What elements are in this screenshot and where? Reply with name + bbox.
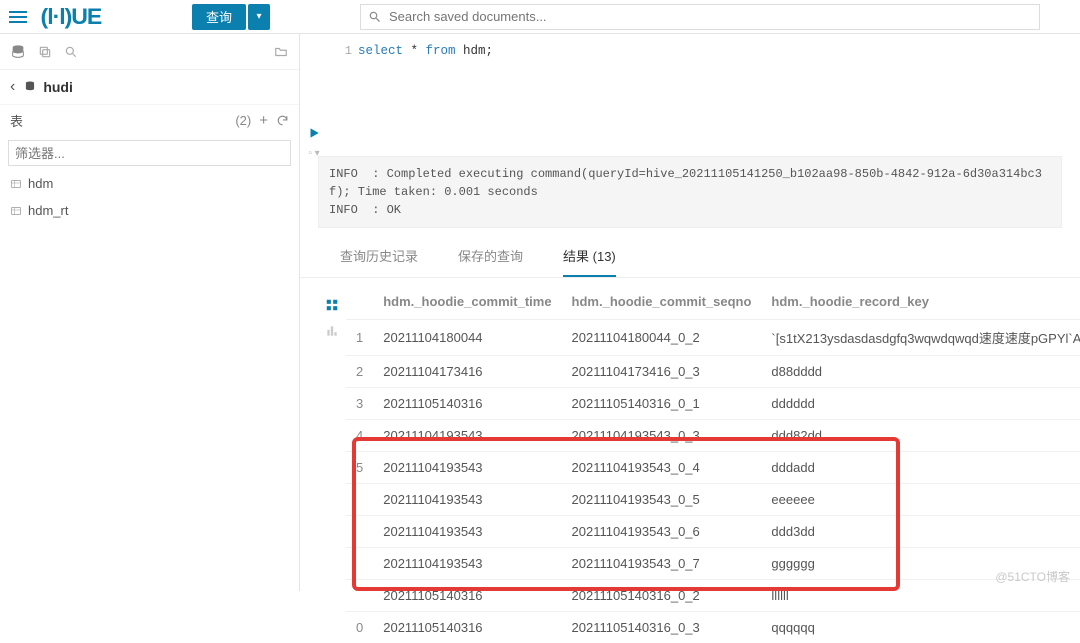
stop-button[interactable]: ▫ ▾: [308, 148, 319, 159]
table-row[interactable]: 2021110419354320211104193543_0_5eeeeee: [346, 484, 1080, 516]
chart-icon[interactable]: [325, 324, 339, 338]
search-input[interactable]: [360, 4, 1040, 30]
copy-icon[interactable]: [38, 45, 52, 59]
col-commit-time[interactable]: hdm._hoodie_commit_time: [373, 284, 561, 320]
add-icon[interactable]: +: [259, 112, 268, 129]
search-icon: [368, 10, 382, 24]
table-item-hdm[interactable]: hdm: [0, 170, 299, 197]
tables-count: (2): [235, 113, 251, 128]
menu-icon[interactable]: [0, 11, 36, 23]
info-log: INFO : Completed executing command(query…: [318, 156, 1062, 228]
tab-results[interactable]: 结果 (13): [563, 246, 616, 277]
table-row[interactable]: 02021110514031620211105140316_0_3qqqqqq: [346, 612, 1080, 643]
refresh-icon[interactable]: [276, 114, 289, 127]
tables-label: 表: [10, 111, 23, 130]
table-row[interactable]: 52021110419354320211104193543_0_4dddadd: [346, 452, 1080, 484]
zoom-icon[interactable]: [64, 45, 78, 59]
table-row[interactable]: 2021110419354320211104193543_0_6ddd3dd: [346, 516, 1080, 548]
table-item-hdm-rt[interactable]: hdm_rt: [0, 197, 299, 224]
folder-icon[interactable]: [273, 45, 289, 59]
run-button[interactable]: [307, 126, 321, 140]
table-row[interactable]: 42021110419354320211104193543_0_3ddd82dd: [346, 420, 1080, 452]
line-gutter: 1: [328, 42, 358, 148]
download-icon[interactable]: [325, 350, 339, 364]
table-icon: [10, 205, 22, 217]
table-row[interactable]: 2021110419354320211104193543_0_7gggggg: [346, 548, 1080, 580]
table-row[interactable]: 32021110514031620211105140316_0_1dddddd: [346, 388, 1080, 420]
col-record-key[interactable]: hdm._hoodie_record_key: [761, 284, 1080, 320]
grid-view-icon[interactable]: [325, 298, 339, 312]
breadcrumb[interactable]: ‹ hudi: [0, 70, 299, 105]
db-icon[interactable]: [10, 44, 26, 60]
query-dropdown[interactable]: ▾: [248, 4, 270, 30]
sidebar: ‹ hudi 表 (2) + hdm hdm_rt: [0, 34, 300, 591]
filter-input[interactable]: [8, 140, 291, 166]
database-icon: [23, 80, 37, 94]
table-row[interactable]: 2021110514031620211105140316_0_2llllll: [346, 580, 1080, 612]
results-table: hdm._hoodie_commit_time hdm._hoodie_comm…: [346, 284, 1080, 643]
database-name: hudi: [43, 79, 73, 95]
tab-saved[interactable]: 保存的查询: [458, 246, 523, 277]
table-row[interactable]: 22021110417341620211104173416_0_3d88dddd: [346, 356, 1080, 388]
hue-logo: (l·l)UE: [42, 4, 192, 30]
col-commit-seqno[interactable]: hdm._hoodie_commit_seqno: [562, 284, 762, 320]
table-row[interactable]: 12021110418004420211104180044_0_2`[s1tX2…: [346, 320, 1080, 356]
sql-editor[interactable]: select * from hdm;: [358, 42, 1080, 148]
chevron-left-icon: ‹: [10, 78, 15, 96]
tab-history[interactable]: 查询历史记录: [340, 246, 418, 277]
query-button[interactable]: 查询: [192, 4, 246, 30]
table-icon: [10, 178, 22, 190]
watermark: @51CTO博客: [995, 568, 1070, 585]
